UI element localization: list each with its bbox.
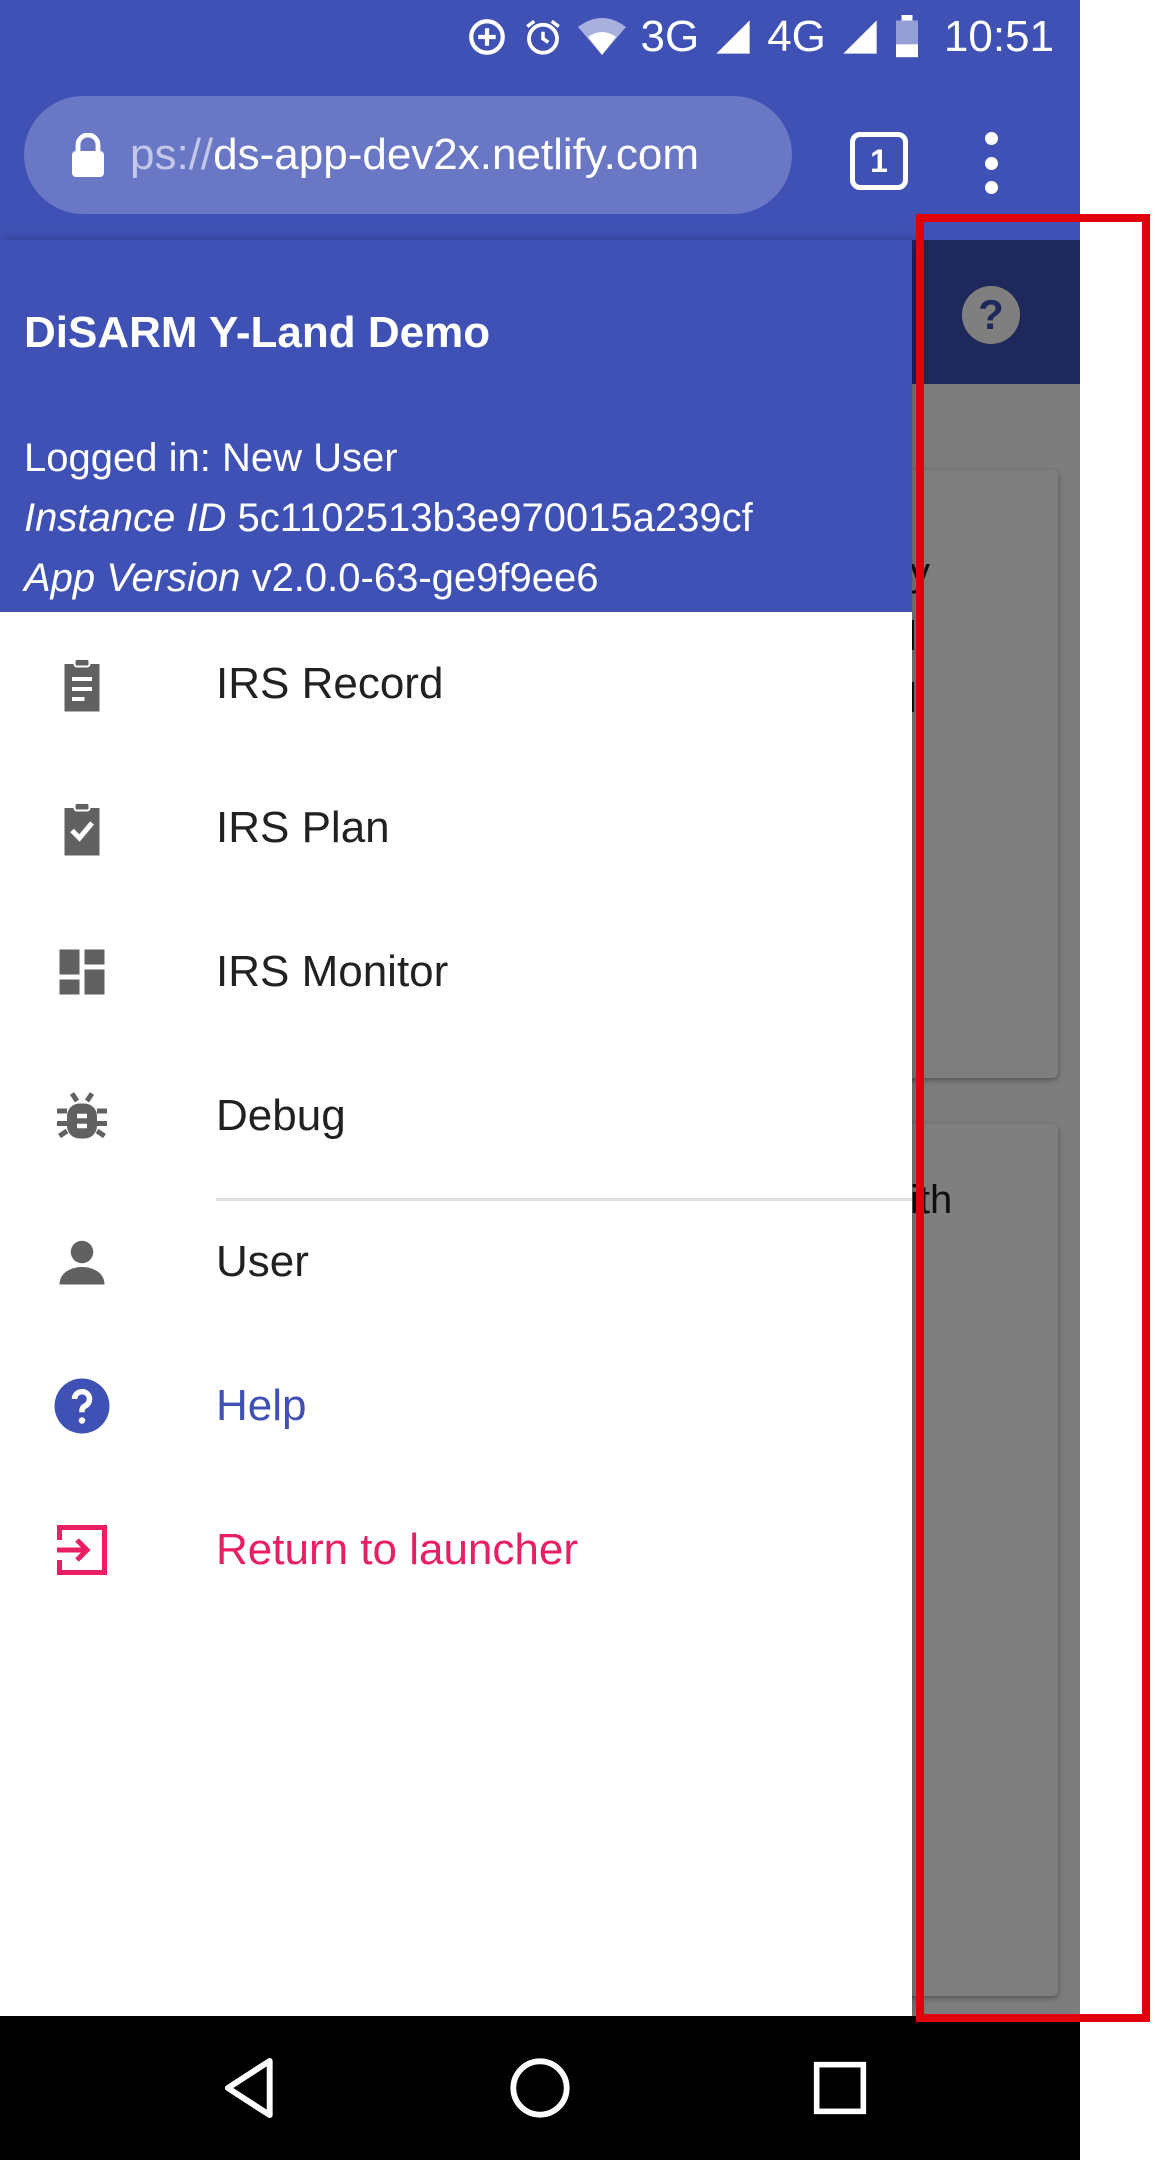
- person-icon: [52, 1232, 112, 1292]
- alarm-icon: [522, 16, 564, 58]
- menu-label: Return to launcher: [216, 1525, 578, 1574]
- menu-item-return-to-launcher[interactable]: Return to launcher: [0, 1478, 912, 1622]
- menu-label: Help: [216, 1381, 307, 1430]
- instance-id-line: Instance ID 5c1102513b3e970015a239cf: [24, 496, 753, 541]
- clipboard-icon: [52, 654, 112, 714]
- drawer-title: DiSARM Y-Land Demo: [24, 308, 491, 357]
- home-button[interactable]: [504, 2052, 576, 2124]
- network-4g-label: 4G: [767, 12, 826, 61]
- menu-label: IRS Record: [216, 659, 444, 708]
- instance-id-value: 5c1102513b3e970015a239cf: [237, 496, 753, 540]
- status-bar: 3G 4G 10:51: [0, 0, 1080, 74]
- menu-item-user[interactable]: User: [0, 1190, 912, 1334]
- menu-item-irs-plan[interactable]: IRS Plan: [0, 756, 912, 900]
- exit-icon: [52, 1520, 112, 1580]
- menu-label: IRS Plan: [216, 803, 390, 852]
- signal-icon: [713, 17, 753, 57]
- bug-icon: [52, 1086, 112, 1146]
- wifi-icon: [578, 16, 627, 58]
- help-circle-icon: [52, 1376, 112, 1436]
- back-button[interactable]: [214, 2052, 286, 2124]
- tab-switcher-button[interactable]: 1: [850, 132, 908, 190]
- recents-button[interactable]: [804, 2052, 876, 2124]
- overflow-menu-icon[interactable]: [984, 132, 998, 194]
- url-scheme: ps://: [130, 130, 214, 179]
- network-3g-label: 3G: [640, 12, 700, 61]
- menu-item-help[interactable]: Help: [0, 1334, 912, 1478]
- navigation-drawer: DiSARM Y-Land Demo Logged in: New User I…: [0, 240, 912, 2016]
- clipboard-check-icon: [52, 798, 112, 858]
- app-version-label: App Version: [24, 556, 241, 600]
- menu-item-irs-monitor[interactable]: IRS Monitor: [0, 900, 912, 1044]
- highlight-box: [916, 214, 1150, 2022]
- menu-label: IRS Monitor: [216, 947, 449, 996]
- instance-id-label: Instance ID: [24, 496, 227, 540]
- app-version-line: App Version v2.0.0-63-ge9f9ee6: [24, 556, 599, 601]
- lock-icon[interactable]: [70, 133, 106, 177]
- menu-label: User: [216, 1237, 309, 1286]
- signal-icon: [840, 17, 880, 57]
- url-host: ds-app-dev2x.netlify.com: [213, 130, 700, 179]
- system-nav-bar: [0, 2016, 1080, 2160]
- dashboard-icon: [52, 942, 112, 1002]
- logged-in-text: Logged in: New User: [24, 436, 398, 480]
- app-version-value: v2.0.0-63-ge9f9ee6: [251, 556, 599, 600]
- battery-icon: [894, 15, 920, 59]
- menu-item-debug[interactable]: Debug: [0, 1044, 912, 1188]
- data-saver-icon: [466, 16, 508, 58]
- address-bar[interactable]: ps:// ds-app-dev2x.netlify.com: [24, 96, 792, 214]
- menu-label: Debug: [216, 1091, 346, 1140]
- status-icons: 3G 4G 10:51: [466, 0, 1054, 74]
- menu-item-irs-record[interactable]: IRS Record: [0, 612, 912, 756]
- drawer-header: DiSARM Y-Land Demo Logged in: New User I…: [0, 240, 912, 612]
- status-time: 10:51: [943, 12, 1054, 61]
